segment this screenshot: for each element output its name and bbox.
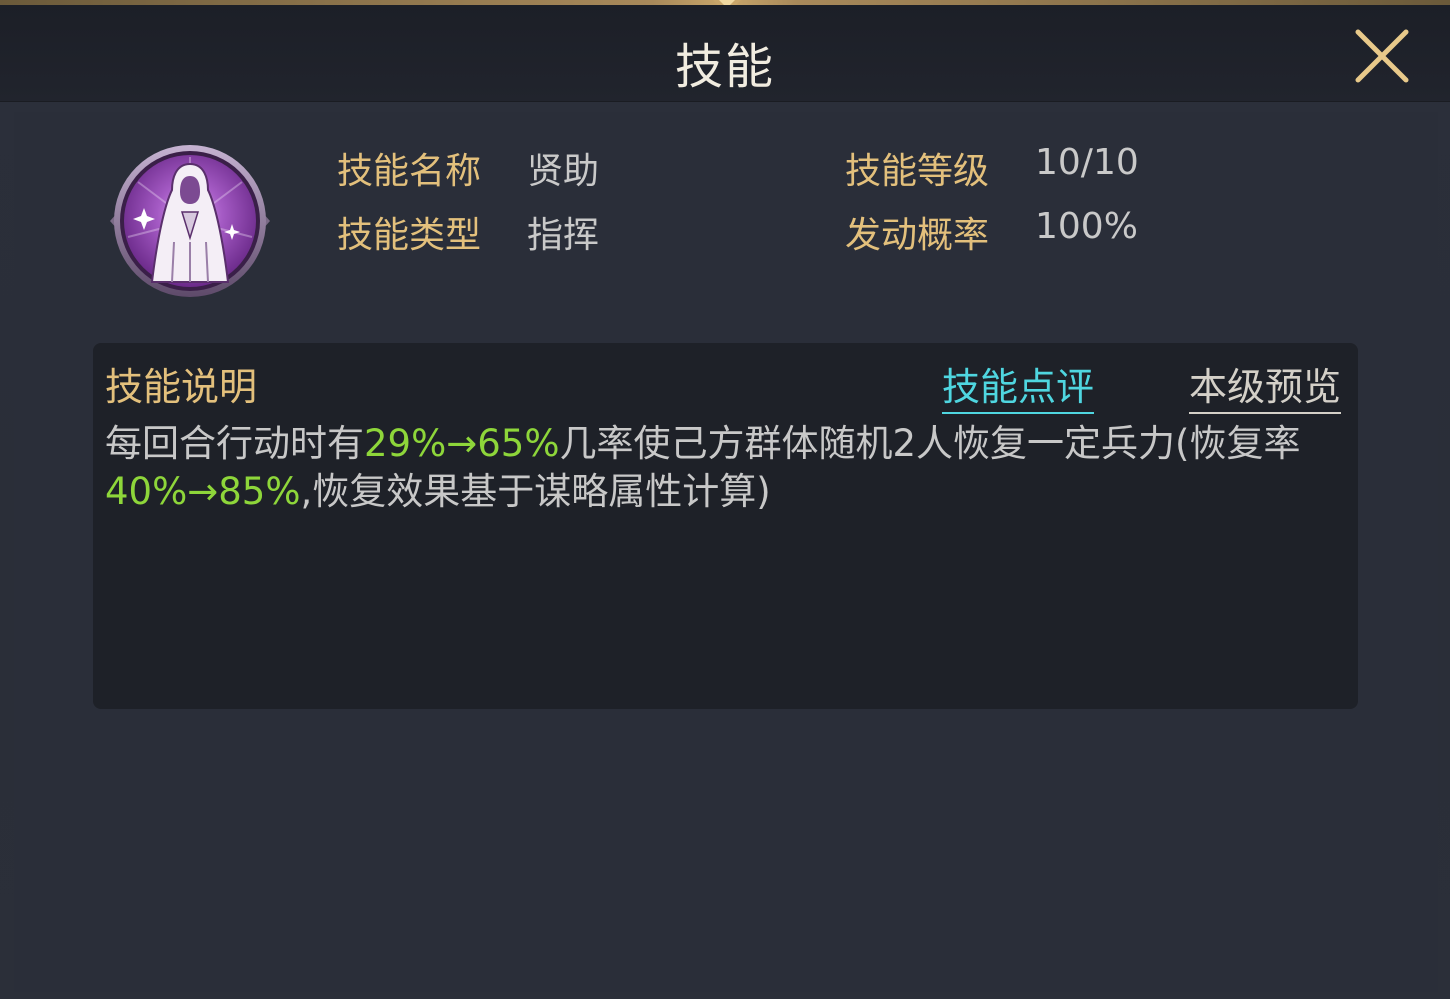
description-highlight: 40%→85%	[105, 470, 301, 513]
window-title: 技能	[674, 39, 775, 95]
tab-skill-review[interactable]: 技能点评	[942, 356, 1095, 414]
praying-figure-icon	[110, 145, 270, 297]
description-title: 技能说明	[105, 365, 258, 409]
skill-level-label: 技能等级	[845, 151, 990, 192]
description-highlight: 29%→65%	[364, 422, 560, 465]
skill-type-label: 技能类型	[337, 215, 482, 256]
skill-type-value: 指挥	[527, 215, 600, 256]
skill-window: 技能 技能名称 贤助 技能等级 10/10 技能类型 指挥 发动概率 100% …	[0, 0, 1450, 999]
skill-name-label: 技能名称	[337, 151, 482, 192]
close-icon	[1355, 29, 1409, 83]
description-segment: ,恢复效果基于谋略属性计算)	[300, 470, 771, 513]
description-segment: 每回合行动时有	[105, 422, 364, 465]
description-text: 每回合行动时有29%→65%几率使己方群体随机2人恢复一定兵力(恢复率 40%→8…	[105, 420, 1335, 516]
header-bar: 技能	[0, 5, 1450, 102]
tab-level-preview[interactable]: 本级预览	[1189, 356, 1342, 414]
trigger-chance-value: 100%	[1035, 206, 1138, 247]
description-panel	[93, 343, 1358, 709]
description-segment: 几率使己方群体随机2人恢复一定兵力(恢复率	[559, 422, 1301, 465]
trigger-chance-label: 发动概率	[845, 215, 990, 256]
close-button[interactable]	[1348, 22, 1416, 90]
skill-level-value: 10/10	[1035, 142, 1139, 183]
skill-name-value: 贤助	[527, 151, 600, 192]
